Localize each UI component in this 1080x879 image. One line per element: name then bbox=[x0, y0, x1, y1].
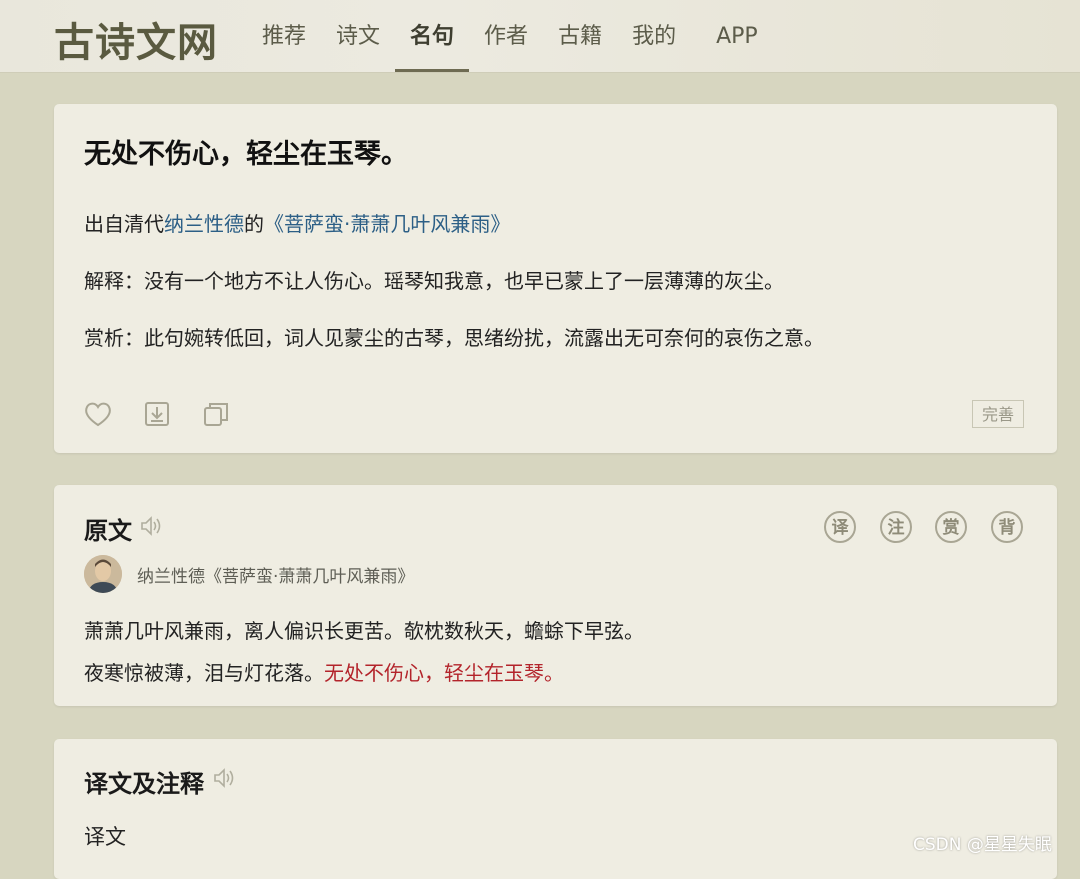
main-nav: 推荐 诗文 名句 作者 古籍 我的 APP bbox=[247, 0, 773, 72]
translation-card: 译文及注释 译文 bbox=[54, 739, 1057, 879]
nav-item-recommend[interactable]: 推荐 bbox=[247, 0, 321, 72]
poem-line-1: 萧萧几叶风兼雨，离人偏识长更苦。欹枕数秋天，蟾蜍下早弦。 bbox=[84, 619, 644, 643]
csdn-watermark: CSDN @星星失眠 bbox=[913, 835, 1052, 855]
nav-item-poems[interactable]: 诗文 bbox=[321, 0, 395, 72]
author-work-line[interactable]: 纳兰性德《菩萨蛮·萧萧几叶风兼雨》 bbox=[137, 562, 414, 587]
recite-button[interactable]: 背 bbox=[991, 511, 1023, 543]
famous-line-quote: 无处不伤心，轻尘在玉琴。 bbox=[84, 139, 408, 170]
download-icon[interactable] bbox=[141, 398, 173, 430]
source-mid: 的 bbox=[244, 212, 264, 236]
famous-line-card: 无处不伤心，轻尘在玉琴。 出自清代纳兰性德的《菩萨蛮·萧萧几叶风兼雨》 解释：没… bbox=[54, 104, 1057, 453]
site-logo[interactable]: 古诗文网 bbox=[54, 10, 218, 68]
perfect-button[interactable]: 完善 bbox=[972, 400, 1024, 428]
poem-line-2-plain: 夜寒惊被薄，泪与灯花落。 bbox=[84, 661, 324, 685]
top-navigation-bar: 古诗文网 推荐 诗文 名句 作者 古籍 我的 APP bbox=[0, 0, 1080, 73]
source-prefix: 出自清代 bbox=[84, 212, 164, 236]
speaker-icon[interactable] bbox=[138, 513, 164, 539]
original-text-card: 原文 译 注 赏 背 纳兰性德《菩萨蛮·萧萧几叶风兼雨》 萧萧几叶风兼雨，离人偏… bbox=[54, 485, 1057, 706]
translate-button[interactable]: 译 bbox=[824, 511, 856, 543]
annotate-button[interactable]: 注 bbox=[880, 511, 912, 543]
nav-item-authors[interactable]: 作者 bbox=[469, 0, 543, 72]
copy-icon[interactable] bbox=[200, 398, 232, 430]
appreciate-button[interactable]: 赏 bbox=[935, 511, 967, 543]
speaker-icon[interactable] bbox=[211, 765, 237, 791]
poem-line-2-highlight: 无处不伤心，轻尘在玉琴。 bbox=[324, 661, 564, 685]
work-link[interactable]: 《菩萨蛮·萧萧几叶风兼雨》 bbox=[264, 212, 510, 236]
poem-line-2: 夜寒惊被薄，泪与灯花落。无处不伤心，轻尘在玉琴。 bbox=[84, 657, 564, 686]
author-avatar[interactable] bbox=[84, 555, 122, 593]
explanation-text: 解释：没有一个地方不让人伤心。瑶琴知我意，也早已蒙上了一层薄薄的灰尘。 bbox=[84, 269, 784, 293]
heart-icon[interactable] bbox=[82, 398, 114, 430]
source-line: 出自清代纳兰性德的《菩萨蛮·萧萧几叶风兼雨》 bbox=[84, 208, 510, 237]
nav-item-classics[interactable]: 古籍 bbox=[543, 0, 617, 72]
nav-item-famous-lines[interactable]: 名句 bbox=[395, 0, 470, 72]
original-title: 原文 bbox=[84, 517, 132, 545]
translation-subheading: 译文 bbox=[84, 825, 126, 849]
author-link[interactable]: 纳兰性德 bbox=[164, 212, 244, 236]
nav-item-app[interactable]: APP bbox=[701, 0, 773, 72]
analysis-text: 赏析：此句婉转低回，词人见蒙尘的古琴，思绪纷扰，流露出无可奈何的哀伤之意。 bbox=[84, 326, 824, 350]
translation-title: 译文及注释 bbox=[84, 770, 204, 798]
nav-item-mine[interactable]: 我的 bbox=[617, 0, 691, 72]
